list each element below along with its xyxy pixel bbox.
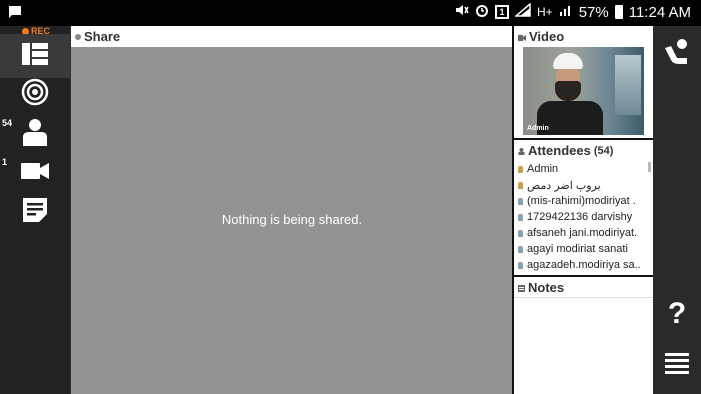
right-toolbar: ? [653, 26, 701, 394]
attendees-count-label: (54) [593, 144, 614, 157]
left-sidebar: REC 54 1 [0, 26, 70, 394]
attendee-name: (mis-rahimi)modiriyat . [527, 195, 636, 207]
raise-hand-button[interactable] [653, 34, 701, 74]
broadcast-button[interactable] [0, 72, 70, 116]
attendee-name: یروپ اضر دمص [527, 179, 601, 192]
video-person-turban [553, 53, 583, 69]
right-column: Video Admin Attendees (54) Admin یروپ اض… [512, 26, 653, 394]
attendee-item[interactable]: 1729422136 darvishy [518, 209, 650, 225]
notes-button[interactable] [0, 190, 70, 234]
video-panel: Video Admin [514, 26, 653, 138]
attendees-list: Admin یروپ اضر دمص (mis-rahimi)modiriyat… [518, 161, 650, 273]
attendee-item[interactable]: afsaneh jani.modiriyat. [518, 225, 650, 241]
attendees-panel: Attendees (54) Admin یروپ اضر دمص (mis-r… [514, 140, 653, 275]
video-participant-label: Admin [527, 125, 549, 132]
share-content-area: Nothing is being shared. [71, 47, 513, 394]
signal-bars-icon [559, 3, 573, 21]
attendee-item[interactable]: Admin [518, 161, 650, 177]
video-poster [615, 55, 641, 115]
attendee-name: Admin [527, 163, 559, 175]
attendee-name: agazadeh.modiriya sa.. [527, 259, 641, 271]
video-panel-icon [518, 29, 529, 44]
layout-icon [22, 42, 48, 70]
chat-notification-icon [8, 5, 22, 24]
attendees-header: Attendees (54) [514, 140, 653, 161]
video-feed[interactable]: Admin [523, 47, 644, 135]
share-title: Share [84, 29, 121, 44]
battery-percent: 57% [578, 3, 609, 21]
battery-icon [614, 5, 623, 19]
attendees-button[interactable] [0, 112, 70, 156]
help-icon: ? [667, 297, 687, 330]
attendee-item[interactable]: agazadeh.modiriya sa.. [518, 257, 650, 273]
menu-icon [665, 352, 689, 380]
sim-icon: 1 [495, 5, 510, 19]
share-panel: Share Nothing is being shared. [70, 26, 513, 394]
host-icon [518, 165, 523, 173]
attendees-title: Attendees [528, 143, 591, 158]
attendees-panel-icon [518, 143, 528, 158]
signal-icon [513, 2, 531, 21]
video-header: Video [514, 26, 653, 47]
share-header: Share [71, 26, 512, 47]
notes-panel: Notes [514, 277, 653, 394]
notes-title: Notes [528, 279, 565, 295]
user-icon [518, 229, 523, 237]
network-type-label: H+ [537, 5, 553, 19]
mute-icon [455, 3, 469, 21]
attendee-item[interactable]: (mis-rahimi)modiriyat . [518, 193, 650, 209]
host-icon [518, 181, 523, 189]
camera-icon [21, 162, 49, 185]
attendee-item[interactable]: agayi modiriat sanati [518, 241, 650, 257]
target-icon [21, 78, 49, 111]
alarm-icon [475, 3, 489, 21]
raise-hand-icon [663, 38, 691, 71]
clock-time: 11:24 AM [628, 3, 691, 21]
notes-panel-icon [518, 280, 528, 295]
video-title: Video [529, 29, 565, 44]
attendee-item[interactable]: یروپ اضر دمص [518, 177, 650, 193]
person-icon [22, 118, 48, 151]
user-icon [518, 261, 523, 269]
attendee-name: afsaneh jani.modiriyat. [527, 227, 638, 239]
attendee-name: agayi modiriat sanati [527, 243, 628, 255]
share-empty-message: Nothing is being shared. [221, 212, 363, 227]
notes-icon [23, 197, 47, 227]
video-button[interactable] [0, 151, 70, 195]
user-icon [518, 197, 523, 205]
share-panel-icon [75, 33, 81, 40]
user-icon [518, 213, 523, 221]
notes-content[interactable] [514, 298, 653, 394]
user-icon [518, 245, 523, 253]
menu-button[interactable] [653, 344, 701, 388]
status-bar: 1 H+ 57% 11:24 AM [0, 0, 701, 26]
help-button[interactable]: ? [653, 292, 701, 336]
notes-header: Notes [514, 277, 653, 298]
attendee-name: 1729422136 darvishy [527, 211, 633, 223]
